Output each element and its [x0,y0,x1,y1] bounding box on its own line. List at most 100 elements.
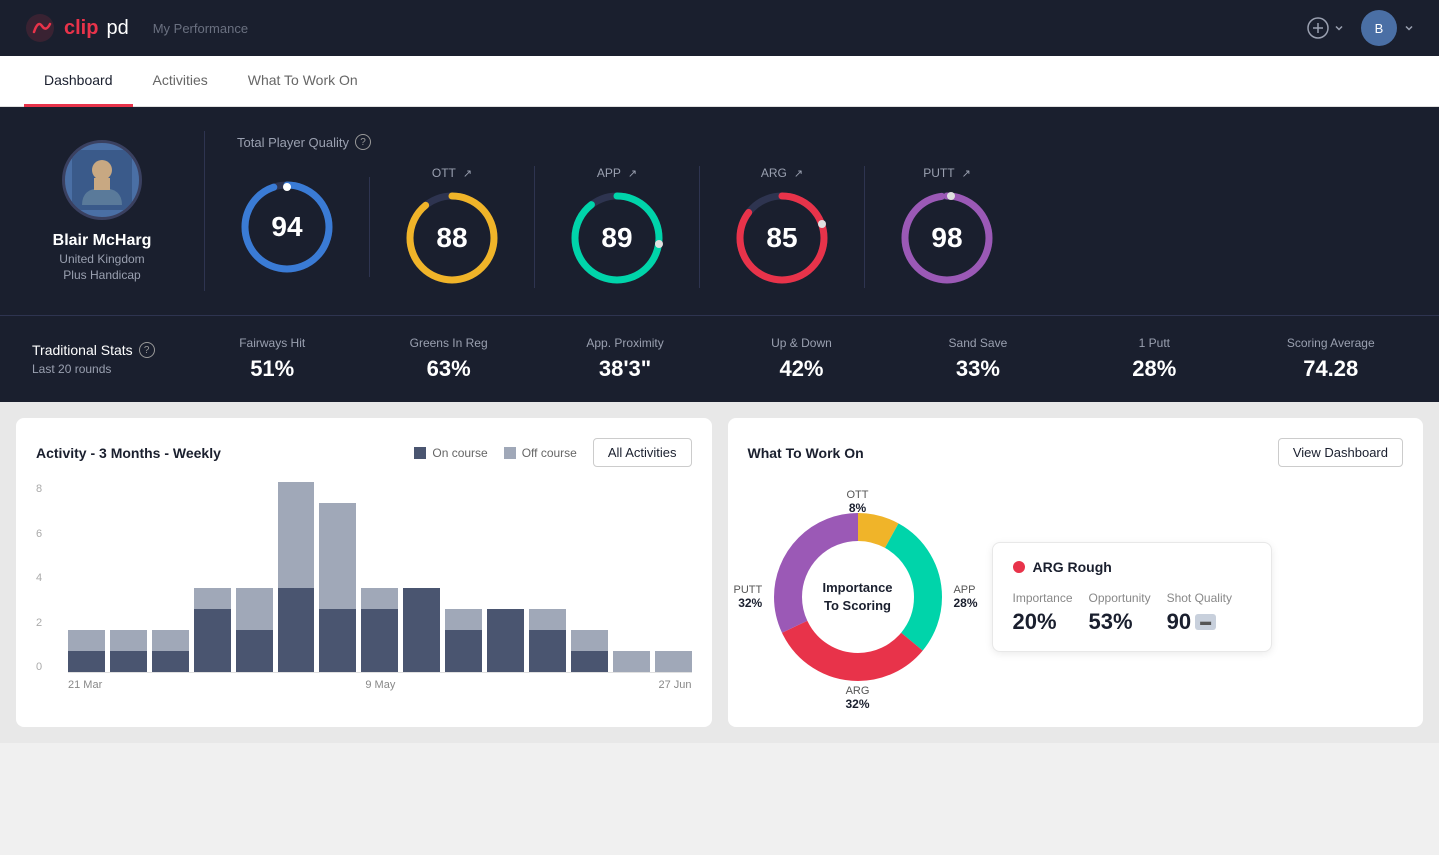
bar-stack [571,630,608,672]
quality-label: Total Player Quality ? [237,134,1407,150]
chart-bars [68,483,692,673]
bar-group [236,483,273,672]
avatar: B [1361,10,1397,46]
opportunity-value: 53% [1089,609,1133,635]
bar-on-course [68,651,105,672]
bar-on-course [529,630,566,672]
stat-greens-label: Greens In Reg [410,336,488,350]
app-score: 89 [601,222,632,254]
chart-title: Activity - 3 Months - Weekly [36,445,221,461]
stat-scoring-value: 74.28 [1303,356,1358,382]
shot-quality-row: 90 ▬ [1167,609,1216,635]
ott-score: 88 [436,222,467,254]
bar-group [278,483,315,672]
bar-off-course [194,588,231,609]
shot-quality-label: Shot Quality [1167,591,1232,605]
bar-off-course [571,630,608,651]
bar-off-course [236,588,273,630]
tab-activities[interactable]: Activities [133,56,228,107]
wtwo-panel: What To Work On View Dashboard [728,418,1424,727]
bar-stack [361,588,398,672]
add-icon [1307,17,1329,39]
bar-stack [68,630,105,672]
stat-1putt-value: 28% [1132,356,1176,382]
bar-stack [236,588,273,672]
bar-group [319,483,356,672]
info-card-metrics: Importance 20% Opportunity 53% Shot Qual… [1013,591,1251,635]
ott-arrow-icon: ↗ [463,167,472,180]
shot-quality-badge: ▬ [1195,614,1216,630]
bar-off-course [278,482,315,588]
bar-stack [487,609,524,672]
info-card-dot [1013,561,1025,573]
legend-on-course: On course [414,446,487,460]
arg-circle: 85 [732,188,832,288]
add-button[interactable] [1307,17,1345,39]
wtwo-title: What To Work On [748,445,864,461]
stat-updown-value: 42% [779,356,823,382]
bar-on-course [236,630,273,672]
trad-label-section: Traditional Stats ? Last 20 rounds [32,342,172,376]
add-chevron-icon [1333,22,1345,34]
bar-group [529,483,566,672]
stat-fairways: Fairways Hit 51% [196,336,348,382]
logo-icon [24,12,56,44]
logo-text-d: pd [106,17,128,40]
bar-off-course [613,651,650,672]
trad-sublabel: Last 20 rounds [32,362,172,376]
stat-fairways-label: Fairways Hit [239,336,305,350]
stat-fairways-value: 51% [250,356,294,382]
bar-off-course [655,651,692,672]
stat-scoring: Scoring Average 74.28 [1255,336,1407,382]
ott-label: OTT ↗ [432,166,472,180]
wtwo-content: ImportanceTo Scoring OTT 8% APP 28% ARG … [748,487,1404,707]
view-dashboard-button[interactable]: View Dashboard [1278,438,1403,467]
quality-ott: OTT ↗ 88 [370,166,535,288]
hero-content: Blair McHarg United Kingdom Plus Handica… [0,107,1439,315]
arg-score: 85 [766,222,797,254]
user-menu[interactable]: B [1361,10,1415,46]
bar-group [571,483,608,672]
arg-donut-label: ARG 32% [845,685,869,711]
bar-stack [445,609,482,672]
app-circle: 89 [567,188,667,288]
trad-stats: Traditional Stats ? Last 20 rounds Fairw… [0,315,1439,402]
player-avatar-image [72,150,132,210]
hero-section: Blair McHarg United Kingdom Plus Handica… [0,107,1439,402]
logo: clippd [24,12,129,44]
stat-scoring-label: Scoring Average [1287,336,1375,350]
bar-on-course [152,651,189,672]
quality-main: 94 [237,177,370,277]
ott-circle: 88 [402,188,502,288]
quality-circles: 94 OTT ↗ 88 [237,166,1407,288]
bar-stack [152,630,189,672]
tab-dashboard[interactable]: Dashboard [24,56,133,107]
quality-arg: ARG ↗ 85 [700,166,865,288]
all-activities-button[interactable]: All Activities [593,438,692,467]
bar-group [655,483,692,672]
player-info: Blair McHarg United Kingdom Plus Handica… [32,140,172,282]
player-avatar [62,140,142,220]
bar-group [403,483,440,672]
importance-value: 20% [1013,609,1057,635]
tab-what-to-work-on[interactable]: What To Work On [228,56,378,107]
stat-proximity-label: App. Proximity [586,336,663,350]
app-arrow-icon: ↗ [628,167,637,180]
logo-text: clip [64,17,98,40]
trad-info-btn[interactable]: ? [139,342,155,358]
stat-sand-value: 33% [956,356,1000,382]
bar-group [445,483,482,672]
player-country: United Kingdom [59,252,144,266]
info-card-title: ARG Rough [1013,559,1251,575]
player-name: Blair McHarg [53,232,152,250]
quality-section: Total Player Quality ? 94 [237,134,1407,288]
opportunity-label: Opportunity [1089,591,1151,605]
stat-1putt: 1 Putt 28% [1078,336,1230,382]
bar-off-course [361,588,398,609]
quality-info-btn[interactable]: ? [355,134,371,150]
bar-off-course [110,630,147,651]
donut-center-text: ImportanceTo Scoring [822,579,892,615]
bar-stack [110,630,147,672]
nav-tabs: Dashboard Activities What To Work On [0,56,1439,107]
bar-group [194,483,231,672]
